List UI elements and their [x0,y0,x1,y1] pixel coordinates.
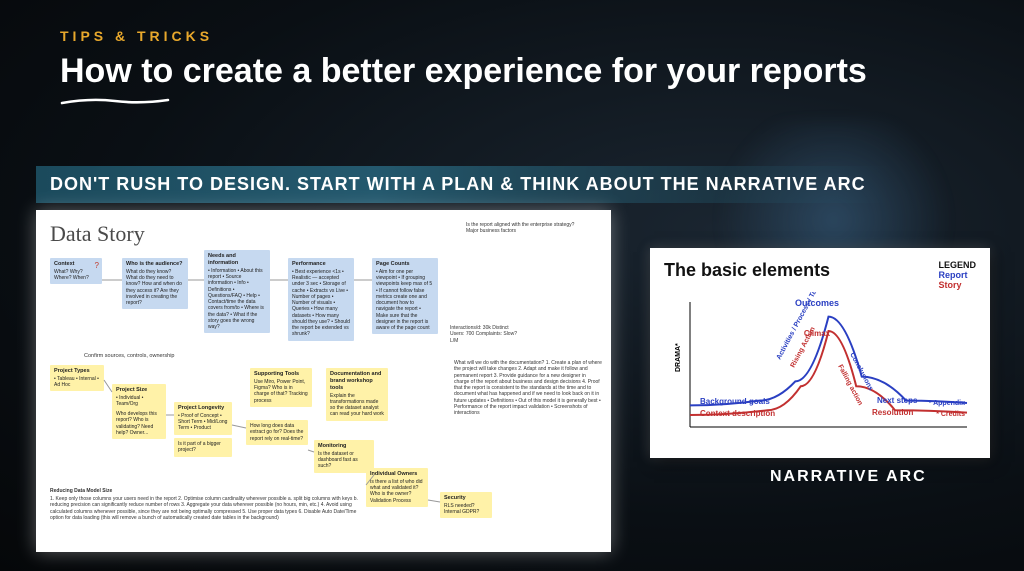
eyebrow: TIPS & TRICKS [60,28,867,44]
legend-story: Story [938,280,976,290]
y-axis-label: DRAMA* [675,343,682,372]
arc-caption: NARRATIVE ARC [770,468,927,486]
lbl-credits: * Credits [936,411,965,418]
lbl-context: Context description [700,409,775,418]
lbl-appendix: * Appendix [929,400,965,407]
page-title: How to create a better experience for yo… [60,52,867,91]
lbl-bg-goals: Background goals [700,397,770,406]
lbl-resolution: Resolution [872,408,913,417]
narrative-arc-chart: DRAMA* Outcomes Climax Activities / Proc… [672,292,972,442]
arc-card-title: The basic elements [664,260,976,281]
section-subheading: DON'T RUSH TO DESIGN. START WITH A PLAN … [36,166,888,203]
slide-header: TIPS & TRICKS How to create a better exp… [60,28,867,91]
lbl-next: Next steps [877,396,918,405]
legend-head: LEGEND [938,260,976,270]
legend-report: Report [938,270,976,280]
narrative-arc-card: The basic elements LEGEND Report Story D… [650,248,990,458]
title-underline [60,94,170,104]
lbl-outcomes: Outcomes [795,298,839,308]
data-story-card: Data Story Is the report aligned with th… [36,210,611,552]
arc-legend: LEGEND Report Story [938,260,976,290]
